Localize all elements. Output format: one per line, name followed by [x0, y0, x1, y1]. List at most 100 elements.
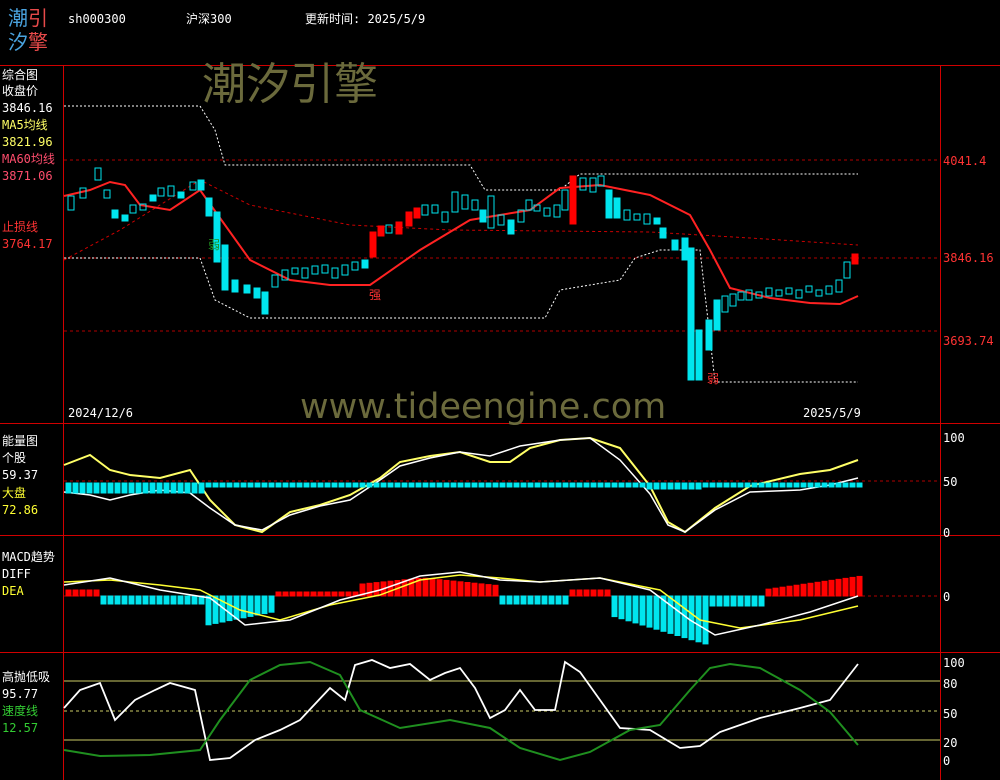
macd-bar [562, 595, 569, 605]
energy-bar [205, 482, 212, 488]
energy-bar [289, 482, 296, 488]
macd-bar [485, 584, 492, 597]
macd-bar [436, 579, 443, 597]
price-candle [369, 231, 377, 258]
energy-bar [534, 482, 541, 488]
macd-bar [534, 595, 541, 605]
price-candle [561, 189, 569, 211]
energy-bar [373, 482, 380, 488]
price-candle [737, 291, 745, 301]
energy-bar [527, 482, 534, 488]
macd-bar [779, 586, 786, 597]
high-low-line [63, 659, 859, 761]
macd-bar [184, 595, 191, 605]
price-candle [471, 199, 479, 211]
macd-bar [723, 595, 730, 607]
price-candle [775, 289, 783, 297]
price-candle [377, 225, 385, 237]
macd-bar [142, 595, 149, 605]
energy-bar [65, 482, 72, 494]
price-candle [835, 279, 843, 293]
price-candle [713, 299, 721, 331]
energy-bar [667, 482, 674, 490]
energy-bar [107, 482, 114, 494]
macd-bar [709, 595, 716, 607]
energy-bar [569, 482, 576, 488]
energy-bar [632, 482, 639, 488]
macd-bar [744, 595, 751, 607]
price-candle [605, 189, 613, 219]
macd-bar [499, 595, 506, 605]
macd-bar [506, 595, 513, 605]
energy-bar [618, 482, 625, 488]
macd-bar [800, 583, 807, 597]
macd-bar [814, 581, 821, 597]
energy-bar [247, 482, 254, 488]
macd-bar [275, 591, 282, 597]
energy-bar [352, 482, 359, 488]
macd-bar [261, 595, 268, 615]
energy-bar [611, 482, 618, 488]
energy-bar [674, 482, 681, 490]
price-candle [785, 287, 793, 295]
energy-bar [548, 482, 555, 488]
price-candle [497, 214, 505, 226]
price-candle [851, 253, 859, 265]
price-candle [795, 289, 803, 299]
macd-bar [835, 578, 842, 597]
energy-bar [79, 482, 86, 494]
price-candle [197, 179, 205, 191]
price-candle [461, 194, 469, 210]
energy-bar [562, 482, 569, 488]
price-candle [67, 195, 75, 211]
macd-bar [548, 595, 555, 605]
macd-bar [842, 577, 849, 597]
energy-bar [695, 482, 702, 490]
macd-bar [387, 580, 394, 597]
energy-bar [506, 482, 513, 488]
price-candle [395, 221, 403, 235]
energy-bar [100, 482, 107, 494]
price-candle [405, 211, 413, 227]
energy-bar [793, 482, 800, 488]
energy-bar [814, 482, 821, 488]
macd-bar [72, 589, 79, 597]
energy-bar [135, 482, 142, 494]
chart-canvas[interactable] [0, 0, 1000, 780]
energy-bar [821, 482, 828, 488]
energy-bar [366, 482, 373, 488]
price-candle [111, 209, 119, 219]
energy-bar [485, 482, 492, 488]
energy-bar [408, 482, 415, 488]
energy-bar [744, 482, 751, 488]
energy-bar [478, 482, 485, 488]
price-candle [157, 187, 165, 197]
energy-bar [583, 482, 590, 488]
macd-bar [135, 595, 142, 605]
macd-bar [737, 595, 744, 607]
price-candle [507, 219, 515, 235]
energy-bar [639, 482, 646, 488]
price-candle [479, 209, 487, 223]
macd-bar [758, 595, 765, 607]
energy-bar [499, 482, 506, 488]
energy-bar [688, 482, 695, 490]
energy-bar [338, 482, 345, 488]
lower-band-line [64, 249, 858, 383]
chart-series [63, 105, 863, 762]
energy-bar [240, 482, 247, 488]
price-candle [431, 204, 439, 214]
macd-bar [226, 595, 233, 622]
macd-bar [492, 584, 499, 597]
energy-bar [233, 482, 240, 488]
energy-bar [345, 482, 352, 488]
macd-bar [457, 581, 464, 597]
macd-bar [541, 595, 548, 605]
energy-bar [807, 482, 814, 488]
energy-bar [590, 482, 597, 488]
price-candle [671, 239, 679, 251]
price-candle [441, 211, 449, 223]
price-candle [729, 293, 737, 307]
price-candle [413, 207, 421, 219]
macd-bar [450, 580, 457, 597]
